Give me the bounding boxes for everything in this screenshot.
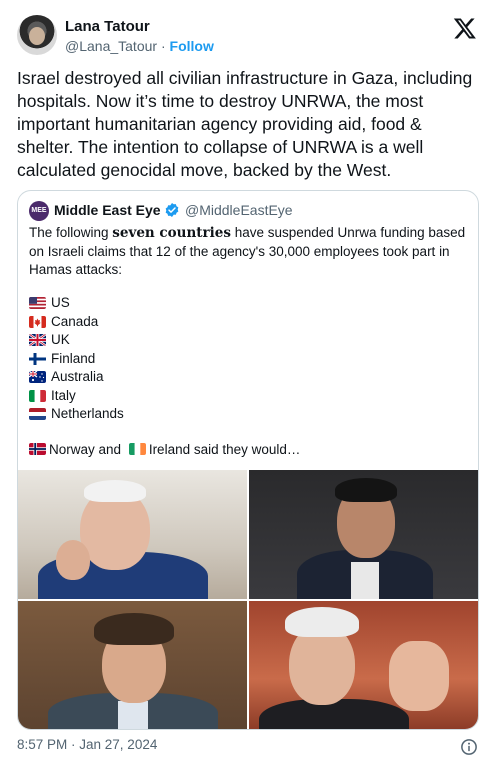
photo-1[interactable] — [18, 470, 247, 599]
australia-flag-icon — [29, 371, 46, 383]
follow-button[interactable]: Follow — [170, 38, 214, 54]
tweet-card: Lana Tatour @Lana_Tatour · Follow Israel… — [0, 0, 497, 762]
handle-separator: · — [157, 38, 170, 54]
photo-1-hair — [84, 480, 146, 502]
photo-4-hand — [389, 641, 449, 711]
tweet-header: Lana Tatour @Lana_Tatour · Follow — [17, 14, 483, 56]
country-name: Italy — [51, 387, 76, 403]
country-name: UK — [51, 332, 70, 347]
photo-3[interactable] — [18, 601, 247, 729]
author-avatar[interactable] — [17, 15, 57, 55]
country-list: US Canada UK Finland Australia Italy Net… — [29, 294, 469, 424]
quoted-text-bold: seven countries — [112, 225, 231, 241]
canada-flag-icon — [29, 315, 46, 328]
author-handle[interactable]: @Lana_Tatour — [65, 38, 157, 54]
list-item: Italy — [29, 387, 469, 406]
quoted-tweet[interactable]: MEE Middle East Eye @MiddleEastEye The f… — [17, 190, 479, 730]
quoted-author-name: Middle East Eye — [54, 202, 161, 218]
country-name: Finland — [51, 350, 96, 366]
photo-2-hair — [335, 478, 397, 502]
author-name[interactable]: Lana Tatour — [65, 18, 150, 35]
ireland-flag-icon — [128, 443, 146, 455]
author-handle-row: @Lana_Tatour · Follow — [65, 38, 214, 54]
photo-4-hair — [285, 607, 359, 637]
photo-grid[interactable] — [18, 470, 478, 729]
quoted-text-before: The following — [29, 225, 113, 240]
country-name: Netherlands — [51, 406, 124, 421]
list-item: Finland — [29, 350, 469, 369]
closing-ireland-text: Ireland said they would… — [148, 442, 301, 457]
list-item: Netherlands — [29, 405, 469, 424]
quoted-text: The following seven countries have suspe… — [29, 224, 469, 280]
netherlands-flag-icon — [29, 408, 46, 420]
verified-badge-icon — [165, 203, 179, 217]
quoted-closing-line: Norway and Ireland said they would… — [29, 441, 300, 460]
country-name: Australia — [51, 369, 104, 384]
photo-3-shirt — [118, 701, 148, 729]
country-name: US — [51, 295, 70, 310]
x-logo-icon[interactable] — [453, 16, 477, 40]
photo-2-shirt — [351, 562, 379, 599]
list-item: Canada — [29, 313, 469, 332]
photo-3-hair — [94, 613, 174, 645]
quoted-avatar: MEE — [29, 201, 49, 221]
list-item: Australia — [29, 368, 469, 387]
photo-4-suit — [259, 699, 409, 729]
uk-flag-icon — [29, 334, 46, 346]
photo-2[interactable] — [249, 470, 478, 599]
tweet-timestamp[interactable]: 8:57 PM · Jan 27, 2024 — [17, 737, 157, 752]
photo-1-hand — [56, 540, 90, 580]
info-icon[interactable] — [460, 738, 478, 756]
italy-flag-icon — [29, 389, 46, 402]
norway-flag-icon — [29, 443, 46, 455]
list-item: UK — [29, 331, 469, 350]
quoted-author-handle: @MiddleEastEye — [185, 202, 293, 218]
list-item: US — [29, 294, 469, 313]
country-name: Canada — [51, 313, 99, 329]
us-flag-icon — [29, 297, 46, 309]
photo-4[interactable] — [249, 601, 478, 729]
closing-norway-text: Norway and — [49, 442, 122, 457]
tweet-text: Israel destroyed all civilian infrastruc… — [17, 68, 473, 180]
finland-flag-icon — [29, 352, 46, 365]
